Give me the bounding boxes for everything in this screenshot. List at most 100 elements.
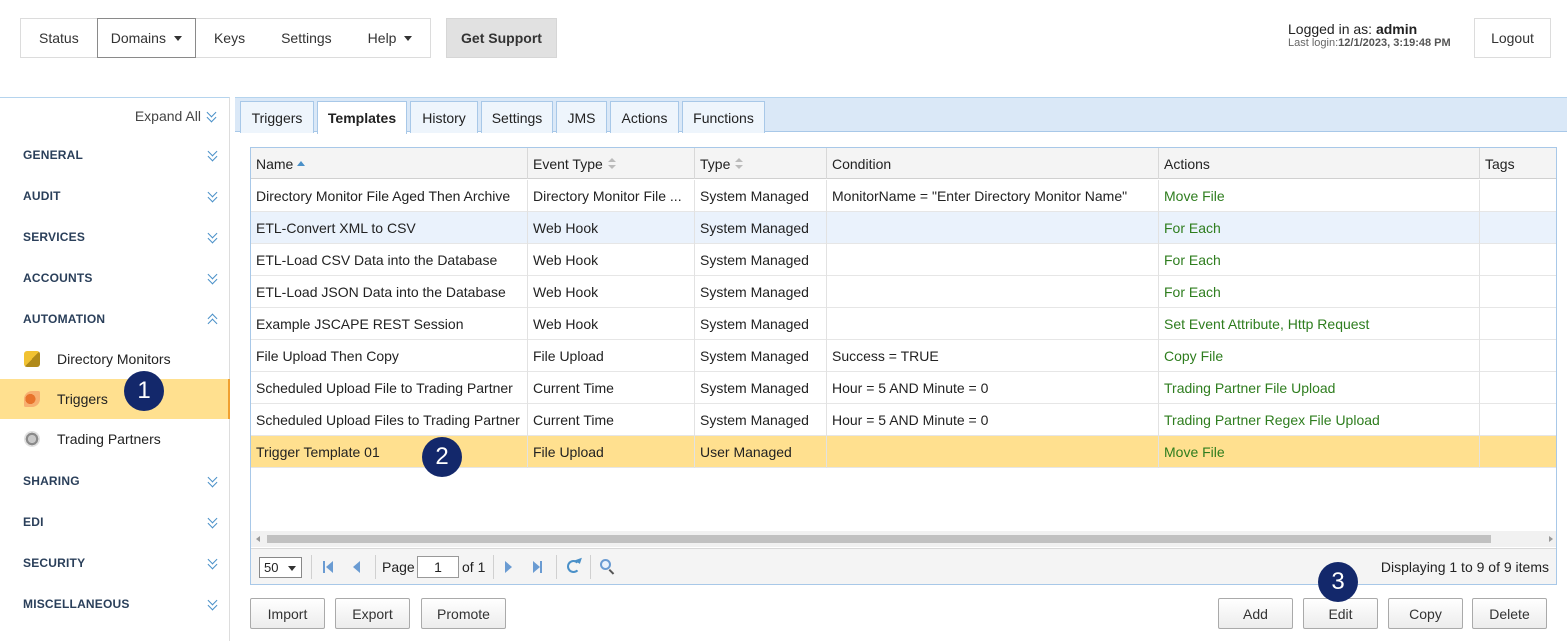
scroll-left-icon[interactable] — [256, 536, 260, 542]
cell-event-type: Web Hook — [528, 276, 695, 308]
cell-event-type: Current Time — [528, 372, 695, 404]
templates-grid: Name Event Type Type Condition Actions T… — [250, 147, 1557, 585]
cell-actions: For Each — [1159, 244, 1480, 276]
cell-type: System Managed — [695, 340, 827, 372]
tab-actions[interactable]: Actions — [610, 101, 679, 133]
add-button[interactable]: Add — [1218, 598, 1293, 629]
column-header-event-type[interactable]: Event Type — [528, 148, 695, 179]
sidebar-item-label: Directory Monitors — [57, 351, 171, 367]
table-row[interactable]: ETL-Convert XML to CSV Web Hook System M… — [251, 212, 1556, 244]
last-login-prefix: Last login: — [1288, 37, 1339, 49]
sidebar-item-triggers[interactable]: Triggers — [0, 379, 230, 419]
table-row[interactable]: Directory Monitor File Aged Then Archive… — [251, 180, 1556, 212]
displaying-count: Displaying 1 to 9 of 9 items — [1380, 559, 1549, 575]
column-header-tags[interactable]: Tags — [1480, 148, 1556, 179]
sidebar-section-miscellaneous[interactable]: MISCELLANEOUS — [0, 589, 230, 619]
nav-help[interactable]: Help — [350, 19, 431, 57]
cell-tags — [1480, 372, 1556, 404]
cell-event-type: Web Hook — [528, 212, 695, 244]
tab-jms[interactable]: JMS — [556, 101, 607, 133]
sidebar-section-accounts[interactable]: ACCOUNTS — [0, 263, 230, 293]
table-row[interactable]: Scheduled Upload File to Trading Partner… — [251, 372, 1556, 404]
page-number-input[interactable]: 1 — [417, 556, 459, 578]
scroll-right-icon[interactable] — [1549, 536, 1553, 542]
cell-tags — [1480, 308, 1556, 340]
sort-icon — [735, 158, 744, 169]
sidebar-section-services[interactable]: SERVICES — [0, 222, 230, 252]
sidebar-section-label: MISCELLANEOUS — [23, 597, 130, 611]
last-page-icon[interactable] — [533, 561, 540, 573]
get-support-button[interactable]: Get Support — [446, 18, 557, 58]
nav-keys[interactable]: Keys — [196, 19, 263, 57]
copy-button[interactable]: Copy — [1388, 598, 1463, 629]
table-row[interactable]: ETL-Load JSON Data into the Database Web… — [251, 276, 1556, 308]
cell-type: System Managed — [695, 212, 827, 244]
logout-button[interactable]: Logout — [1474, 18, 1551, 58]
promote-button[interactable]: Promote — [421, 598, 506, 629]
first-page-bar — [323, 561, 325, 573]
cell-type: System Managed — [695, 276, 827, 308]
sidebar-section-security[interactable]: SECURITY — [0, 548, 230, 578]
cell-condition — [827, 436, 1159, 468]
pager-divider — [556, 555, 557, 579]
tab-settings[interactable]: Settings — [481, 101, 553, 133]
table-row[interactable]: Scheduled Upload Files to Trading Partne… — [251, 404, 1556, 436]
column-header-name[interactable]: Name — [251, 148, 528, 179]
pager-divider — [493, 555, 494, 579]
refresh-icon[interactable] — [567, 560, 580, 573]
sidebar-section-label: SHARING — [23, 474, 80, 488]
column-header-condition[interactable]: Condition — [827, 148, 1159, 179]
sidebar-section-edi[interactable]: EDI — [0, 507, 230, 537]
first-page-icon[interactable] — [326, 561, 333, 573]
next-page-icon[interactable] — [505, 561, 512, 573]
last-login-value: 12/1/2023, 3:19:48 PM — [1338, 37, 1451, 49]
tab-triggers[interactable]: Triggers — [240, 101, 314, 133]
column-header-actions[interactable]: Actions — [1159, 148, 1480, 179]
sidebar-item-trading-partners[interactable]: Trading Partners — [0, 419, 230, 459]
page-size-select[interactable]: 50 — [259, 557, 302, 578]
tab-history[interactable]: History — [410, 101, 478, 133]
sidebar-section-audit[interactable]: AUDIT — [0, 181, 230, 211]
double-chevron-down-icon — [208, 273, 218, 283]
cell-event-type: Web Hook — [528, 244, 695, 276]
tab-functions[interactable]: Functions — [682, 101, 765, 133]
callout-step-1: 1 — [124, 371, 164, 411]
cell-event-type: Web Hook — [528, 308, 695, 340]
table-row[interactable]: File Upload Then Copy File Upload System… — [251, 340, 1556, 372]
scrollbar-thumb[interactable] — [267, 535, 1491, 543]
horizontal-scrollbar[interactable] — [251, 531, 1556, 547]
cell-tags — [1480, 244, 1556, 276]
column-header-type[interactable]: Type — [695, 148, 827, 179]
cell-condition — [827, 244, 1159, 276]
cell-condition — [827, 212, 1159, 244]
cell-tags — [1480, 212, 1556, 244]
logged-in-prefix: Logged in as: — [1288, 21, 1376, 37]
tab-templates[interactable]: Templates — [317, 101, 407, 134]
sidebar-section-general[interactable]: GENERAL — [0, 140, 230, 170]
cell-type: System Managed — [695, 244, 827, 276]
cell-actions: Trading Partner Regex File Upload — [1159, 404, 1480, 436]
sidebar-section-label: EDI — [23, 515, 44, 529]
table-row[interactable]: Example JSCAPE REST Session Web Hook Sys… — [251, 308, 1556, 340]
sidebar-item-label: Triggers — [57, 391, 108, 407]
cell-event-type: Current Time — [528, 404, 695, 436]
sidebar-section-automation[interactable]: AUTOMATION — [0, 304, 230, 334]
nav-settings[interactable]: Settings — [263, 19, 350, 57]
export-button[interactable]: Export — [335, 598, 410, 629]
sidebar-section-sharing[interactable]: SHARING — [0, 466, 230, 496]
previous-page-icon[interactable] — [353, 561, 360, 573]
cell-event-type: File Upload — [528, 340, 695, 372]
sidebar-item-directory-monitors[interactable]: Directory Monitors — [0, 339, 230, 379]
nav-domains[interactable]: Domains — [96, 18, 196, 58]
cell-event-type: File Upload — [528, 436, 695, 468]
edit-button[interactable]: Edit — [1303, 598, 1378, 629]
cell-tags — [1480, 276, 1556, 308]
import-button[interactable]: Import — [250, 598, 325, 629]
cell-condition: MonitorName = "Enter Directory Monitor N… — [827, 180, 1159, 212]
search-icon[interactable] — [600, 559, 611, 570]
nav-status[interactable]: Status — [21, 19, 97, 57]
delete-button[interactable]: Delete — [1472, 598, 1547, 629]
expand-all-link[interactable]: Expand All — [135, 108, 217, 124]
table-row[interactable]: ETL-Load CSV Data into the Database Web … — [251, 244, 1556, 276]
caret-down-icon — [173, 35, 182, 41]
